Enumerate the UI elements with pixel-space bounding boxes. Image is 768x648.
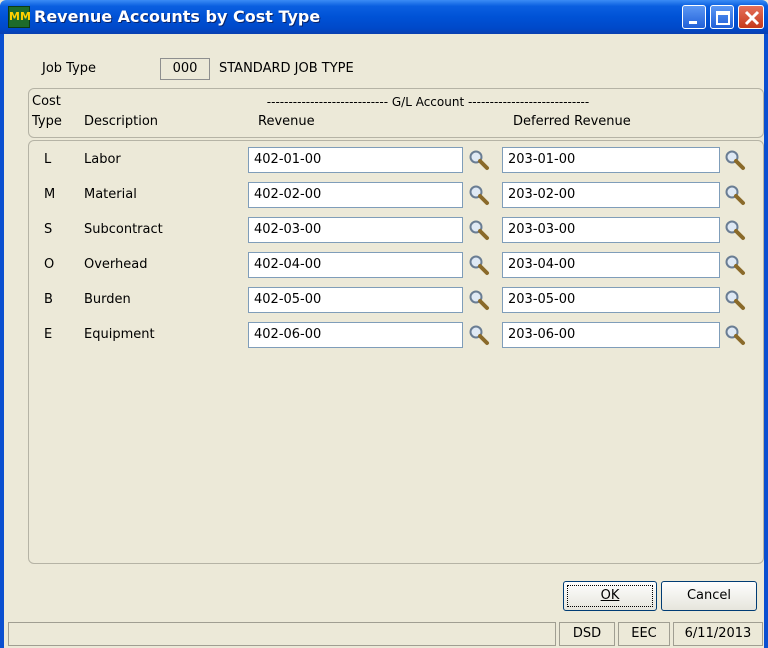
revenue-account-input[interactable]: 402-05-00 <box>248 287 463 313</box>
magnifier-icon[interactable] <box>468 289 490 311</box>
window-border-right <box>764 34 768 648</box>
job-type-name: STANDARD JOB TYPE <box>219 61 354 76</box>
cost-type-row: E Equipment 402-06-00 203-06-00 <box>40 321 760 349</box>
magnifier-icon[interactable] <box>468 149 490 171</box>
app-icon: MM <box>8 6 31 28</box>
deferred-revenue-account-input[interactable]: 203-01-00 <box>502 147 720 173</box>
deferred-revenue-account-input[interactable]: 203-04-00 <box>502 252 720 278</box>
cost-type-description: Burden <box>84 292 131 307</box>
cost-type-description: Labor <box>84 152 121 167</box>
magnifier-icon[interactable] <box>724 324 746 346</box>
status-user: EEC <box>618 622 670 646</box>
cost-type-description: Material <box>84 187 137 202</box>
cost-type-code: B <box>44 292 53 307</box>
magnifier-icon[interactable] <box>724 254 746 276</box>
maximize-button[interactable] <box>710 5 734 29</box>
cancel-button-label: Cancel <box>686 588 732 603</box>
window-title: Revenue Accounts by Cost Type <box>34 7 321 26</box>
job-type-code-field: 000 <box>160 58 210 80</box>
status-date: 6/11/2013 <box>673 622 763 646</box>
revenue-account-input[interactable]: 402-03-00 <box>248 217 463 243</box>
magnifier-icon[interactable] <box>724 219 746 241</box>
window-border-left <box>0 34 4 648</box>
ok-button[interactable]: OK <box>563 581 657 611</box>
magnifier-icon[interactable] <box>724 149 746 171</box>
status-company-code: DSD <box>559 622 615 646</box>
minimize-icon <box>689 21 697 24</box>
magnifier-icon[interactable] <box>724 184 746 206</box>
magnifier-icon[interactable] <box>468 254 490 276</box>
revenue-account-input[interactable]: 402-02-00 <box>248 182 463 208</box>
revenue-account-input[interactable]: 402-04-00 <box>248 252 463 278</box>
close-icon <box>744 10 760 26</box>
title-bar[interactable]: MM Revenue Accounts by Cost Type <box>0 0 768 34</box>
cost-type-code: E <box>44 327 53 342</box>
status-message-cell <box>8 622 556 646</box>
revenue-account-input[interactable]: 402-06-00 <box>248 322 463 348</box>
deferred-revenue-header: Deferred Revenue <box>513 114 631 129</box>
cost-type-code: O <box>44 257 55 272</box>
description-header: Description <box>84 114 159 129</box>
cost-type-row: L Labor 402-01-00 203-01-00 <box>40 146 760 174</box>
cost-type-description: Equipment <box>84 327 155 342</box>
deferred-revenue-account-input[interactable]: 203-02-00 <box>502 182 720 208</box>
gl-account-header: ---------------------------- G/L Account… <box>266 95 590 109</box>
cost-type-row: B Burden 402-05-00 203-05-00 <box>40 286 760 314</box>
cost-type-description: Overhead <box>84 257 148 272</box>
cost-type-header-line1: Cost <box>32 94 61 109</box>
magnifier-icon[interactable] <box>468 219 490 241</box>
magnifier-icon[interactable] <box>468 184 490 206</box>
cost-type-code: L <box>44 152 52 167</box>
minimize-button[interactable] <box>682 5 706 29</box>
revenue-account-input[interactable]: 402-01-00 <box>248 147 463 173</box>
close-button[interactable] <box>738 5 764 29</box>
job-type-label: Job Type <box>42 61 97 76</box>
revenue-header: Revenue <box>258 114 315 129</box>
cost-type-row: O Overhead 402-04-00 203-04-00 <box>40 251 760 279</box>
deferred-revenue-account-input[interactable]: 203-03-00 <box>502 217 720 243</box>
maximize-icon <box>716 11 730 25</box>
magnifier-icon[interactable] <box>468 324 490 346</box>
cancel-button[interactable]: Cancel <box>661 581 757 611</box>
focus-outline <box>567 585 653 607</box>
cost-type-description: Subcontract <box>84 222 163 237</box>
cost-type-row: M Material 402-02-00 203-02-00 <box>40 181 760 209</box>
status-bar: DSD EEC 6/11/2013 <box>4 620 764 648</box>
magnifier-icon[interactable] <box>724 289 746 311</box>
cost-type-code: S <box>44 222 53 237</box>
cost-type-code: M <box>44 187 56 202</box>
deferred-revenue-account-input[interactable]: 203-05-00 <box>502 287 720 313</box>
cost-type-row: S Subcontract 402-03-00 203-03-00 <box>40 216 760 244</box>
cost-type-header-line2: Type <box>32 114 62 129</box>
deferred-revenue-account-input[interactable]: 203-06-00 <box>502 322 720 348</box>
